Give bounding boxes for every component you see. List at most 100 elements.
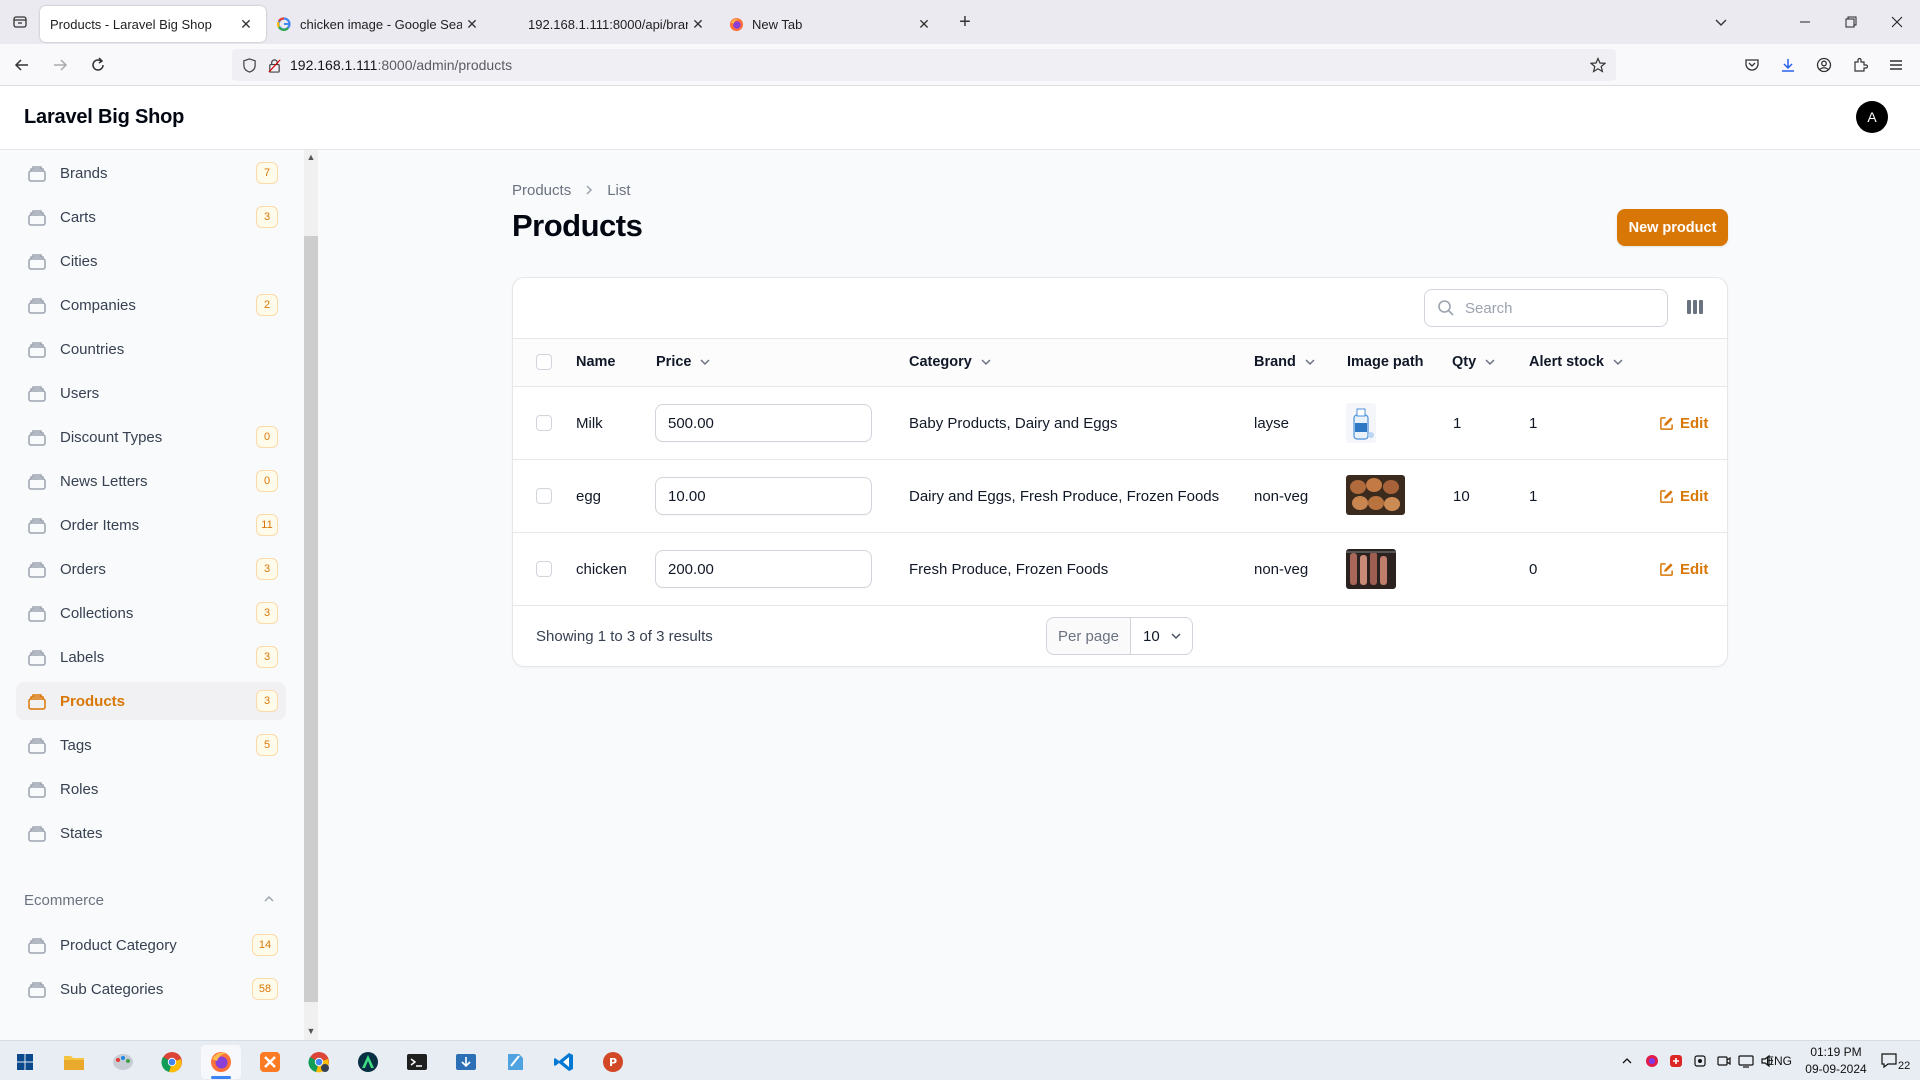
sidebar-scrollbar-thumb[interactable]	[304, 236, 318, 1002]
scroll-up-arrow-icon[interactable]: ▲	[304, 150, 318, 164]
file-explorer-icon[interactable]	[54, 1045, 94, 1079]
sort-chevron-icon[interactable]	[1484, 356, 1496, 368]
column-header-qty[interactable]: Qty	[1452, 354, 1496, 370]
menu-hamburger-icon[interactable]	[1880, 49, 1912, 81]
tray-meet-icon[interactable]	[1716, 1041, 1732, 1080]
windows-start-icon[interactable]	[5, 1045, 45, 1079]
column-header-alert-stock[interactable]: Alert stock	[1529, 354, 1624, 370]
sort-chevron-icon[interactable]	[980, 356, 992, 368]
user-avatar[interactable]: A	[1856, 101, 1888, 133]
sort-chevron-icon[interactable]	[1612, 356, 1624, 368]
breadcrumb-products-link[interactable]: Products	[512, 182, 571, 199]
sidebar-item-roles[interactable]: Roles	[16, 770, 286, 808]
sidebar-item-news-letters[interactable]: News Letters 0	[16, 462, 286, 500]
close-icon[interactable]: ✕	[236, 14, 256, 34]
terminal-icon[interactable]	[397, 1045, 437, 1079]
lock-icon[interactable]	[267, 58, 282, 73]
restore-icon[interactable]	[1828, 0, 1874, 44]
new-product-button[interactable]: New product	[1617, 209, 1728, 246]
firefox-taskbar-icon[interactable]	[201, 1045, 241, 1079]
per-page-value[interactable]: 10	[1131, 628, 1192, 645]
price-input[interactable]: 10.00	[655, 477, 872, 515]
row-checkbox[interactable]	[536, 415, 552, 431]
browser-tab-google[interactable]: chicken image - Google Search ✕	[266, 6, 492, 42]
xampp-icon[interactable]	[250, 1045, 290, 1079]
scroll-down-arrow-icon[interactable]: ▼	[304, 1024, 318, 1038]
sidebar-item-product-category[interactable]: Product Category 14	[16, 926, 286, 964]
vscode-icon[interactable]	[544, 1045, 584, 1079]
close-window-icon[interactable]	[1874, 0, 1920, 44]
edit-button[interactable]: Edit	[1659, 488, 1708, 505]
chrome-icon[interactable]	[152, 1045, 192, 1079]
tab-list-chevron-icon[interactable]	[1698, 0, 1744, 44]
list-all-tabs-icon[interactable]	[0, 0, 40, 44]
sidebar-item-carts[interactable]: Carts 3	[16, 198, 286, 236]
close-icon[interactable]: ✕	[914, 14, 934, 34]
shield-icon[interactable]	[242, 57, 257, 73]
chevron-up-icon[interactable]	[262, 892, 276, 911]
download-icon[interactable]	[1772, 49, 1804, 81]
tray-device-icon[interactable]	[1692, 1041, 1708, 1080]
sidebar-item-companies[interactable]: Companies 2	[16, 286, 286, 324]
forward-arrow-icon[interactable]	[44, 49, 76, 81]
back-arrow-icon[interactable]	[6, 49, 38, 81]
edit-button[interactable]: Edit	[1659, 561, 1708, 578]
reload-icon[interactable]	[82, 49, 114, 81]
sort-chevron-icon[interactable]	[699, 356, 711, 368]
search-input[interactable]	[1465, 299, 1655, 317]
chrome-profile-icon[interactable]	[299, 1045, 339, 1079]
sidebar-item-brands[interactable]: Brands 7	[16, 154, 286, 192]
android-studio-icon[interactable]	[348, 1045, 388, 1079]
sidebar-item-countries[interactable]: Countries	[16, 330, 286, 368]
network-icon[interactable]	[1738, 1041, 1754, 1080]
sidebar-item-labels[interactable]: Labels 3	[16, 638, 286, 676]
paint-app-icon[interactable]	[103, 1045, 143, 1079]
search-field[interactable]	[1424, 289, 1668, 327]
sidebar-item-tags[interactable]: Tags 5	[16, 726, 286, 764]
sidebar-group-ecommerce[interactable]: Ecommerce	[24, 892, 104, 909]
column-header-price[interactable]: Price	[656, 354, 711, 370]
language-indicator[interactable]: ENG	[1766, 1041, 1792, 1080]
select-all-checkbox[interactable]	[536, 354, 552, 370]
browser-tab-products[interactable]: Products - Laravel Big Shop ✕	[40, 6, 266, 42]
sidebar-item-order-items[interactable]: Order Items 11	[16, 506, 286, 544]
column-toggle-icon[interactable]	[1684, 296, 1706, 318]
column-header-category[interactable]: Category	[909, 354, 992, 370]
url-bar[interactable]: 192.168.1.111:8000/admin/products	[232, 49, 1616, 81]
notes-app-icon[interactable]	[495, 1045, 535, 1079]
price-input[interactable]: 500.00	[655, 404, 872, 442]
browser-tab-api-brands[interactable]: 192.168.1.111:8000/api/brands ✕	[492, 6, 718, 42]
extensions-icon[interactable]	[1844, 49, 1876, 81]
row-checkbox[interactable]	[536, 561, 552, 577]
tray-security-icon[interactable]	[1668, 1041, 1684, 1080]
tray-chevron-up-icon[interactable]	[1620, 1041, 1634, 1080]
sidebar-item-sub-categories[interactable]: Sub Categories 58	[16, 970, 286, 1008]
powerpoint-icon[interactable]: P	[593, 1045, 633, 1079]
sidebar-item-products[interactable]: Products 3	[16, 682, 286, 720]
new-tab-icon[interactable]: +	[948, 5, 982, 39]
notification-center-icon[interactable]: 22	[1880, 1041, 1910, 1080]
price-input[interactable]: 200.00	[655, 550, 872, 588]
edit-button[interactable]: Edit	[1659, 415, 1708, 432]
taskbar-clock[interactable]: 01:19 PM 09-09-2024	[1796, 1044, 1876, 1078]
sort-chevron-icon[interactable]	[1304, 356, 1316, 368]
account-icon[interactable]	[1808, 49, 1840, 81]
sidebar-item-states[interactable]: States	[16, 814, 286, 852]
minimize-icon[interactable]	[1782, 0, 1828, 44]
row-checkbox[interactable]	[536, 488, 552, 504]
download-manager-icon[interactable]	[446, 1045, 486, 1079]
bookmark-star-icon[interactable]	[1590, 57, 1606, 73]
tray-app-icon[interactable]	[1644, 1041, 1660, 1080]
close-icon[interactable]: ✕	[688, 14, 708, 34]
browser-tab-new[interactable]: New Tab ✕	[718, 6, 944, 42]
pocket-icon[interactable]	[1736, 49, 1768, 81]
sidebar-item-orders[interactable]: Orders 3	[16, 550, 286, 588]
app-title[interactable]: Laravel Big Shop	[24, 106, 184, 129]
close-icon[interactable]: ✕	[462, 14, 482, 34]
sidebar-item-collections[interactable]: Collections 3	[16, 594, 286, 632]
per-page-select[interactable]: Per page 10	[1046, 617, 1193, 655]
sidebar-item-cities[interactable]: Cities	[16, 242, 286, 280]
sidebar-item-users[interactable]: Users	[16, 374, 286, 412]
column-header-brand[interactable]: Brand	[1254, 354, 1316, 370]
sidebar-item-discount-types[interactable]: Discount Types 0	[16, 418, 286, 456]
